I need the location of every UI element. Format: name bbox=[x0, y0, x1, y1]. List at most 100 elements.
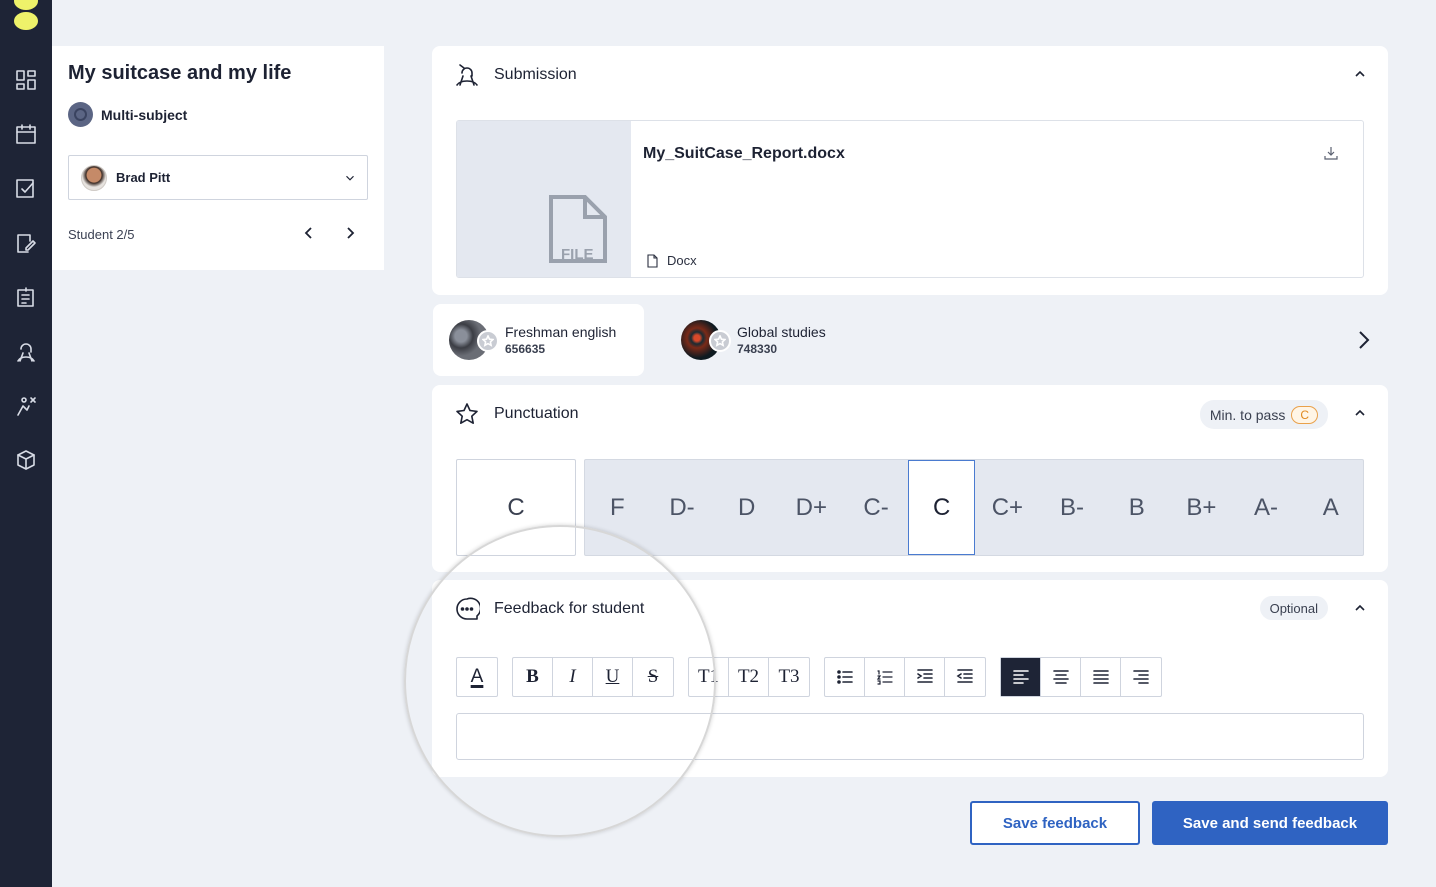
calendar-icon[interactable] bbox=[14, 122, 38, 146]
align-right-button[interactable] bbox=[1121, 658, 1161, 696]
file-thumbnail: FILE bbox=[457, 121, 631, 277]
strikethrough-button[interactable]: S bbox=[633, 658, 673, 696]
assessment-icon[interactable] bbox=[14, 340, 38, 364]
save-and-send-feedback-button[interactable]: Save and send feedback bbox=[1152, 801, 1388, 845]
heading-group: T1 T2 T3 bbox=[688, 657, 810, 697]
feedback-header: Feedback for student bbox=[454, 596, 644, 622]
skills-icon[interactable] bbox=[14, 394, 38, 418]
bold-button[interactable]: B bbox=[513, 658, 553, 696]
submission-title: Submission bbox=[494, 66, 577, 83]
subject-avatar bbox=[681, 320, 731, 360]
subject-label: Multi-subject bbox=[101, 106, 188, 123]
grade-option[interactable]: F bbox=[585, 460, 650, 555]
feedback-card: Feedback for student Optional A B I U S … bbox=[432, 580, 1388, 777]
min-grade: C bbox=[1291, 405, 1318, 424]
star-icon[interactable] bbox=[477, 330, 499, 352]
submission-card: Submission FILE My_SuitCase_Report.docx … bbox=[432, 46, 1388, 295]
align-left-button[interactable] bbox=[1001, 658, 1041, 696]
text-format-group: B I U S bbox=[512, 657, 674, 697]
file-thumb-label: FILE bbox=[561, 246, 594, 263]
chevron-right-icon[interactable] bbox=[1354, 328, 1374, 352]
subject-chip-global-studies[interactable]: Global studies 748330 bbox=[665, 304, 905, 376]
outdent-button[interactable] bbox=[945, 658, 985, 696]
align-justify-icon bbox=[1092, 670, 1109, 684]
indent-button[interactable] bbox=[905, 658, 945, 696]
nav-rail bbox=[0, 0, 52, 887]
align-center-icon bbox=[1052, 670, 1069, 684]
document-icon bbox=[647, 253, 658, 268]
numbered-list-button[interactable] bbox=[865, 658, 905, 696]
file-name: My_SuitCase_Report.docx bbox=[643, 145, 845, 162]
align-right-icon bbox=[1133, 670, 1149, 684]
min-to-pass-badge: Min. to pass C bbox=[1199, 400, 1328, 429]
punctuation-header: Punctuation bbox=[454, 401, 579, 427]
report-icon[interactable] bbox=[14, 285, 38, 309]
subject-avatar bbox=[449, 320, 499, 360]
assignment-title: My suitcase and my life bbox=[68, 62, 292, 84]
student-select[interactable]: Brad Pitt bbox=[68, 155, 368, 200]
file-icon: FILE bbox=[549, 195, 607, 263]
task-check-icon[interactable] bbox=[14, 176, 38, 200]
grade-scale: F D- D D+ C- C C+ B- B B+ A- A bbox=[584, 459, 1364, 556]
previous-student-button[interactable] bbox=[300, 224, 318, 242]
optional-badge: Optional bbox=[1259, 596, 1328, 620]
star-icon[interactable] bbox=[709, 330, 731, 352]
grade-option[interactable]: C+ bbox=[975, 460, 1040, 555]
outdent-icon bbox=[956, 669, 973, 683]
subject-icon bbox=[68, 102, 93, 127]
logo bbox=[14, 0, 38, 32]
dashboard-icon[interactable] bbox=[14, 68, 38, 92]
selected-grade-display: C bbox=[456, 459, 576, 556]
bullet-list-icon bbox=[836, 670, 853, 684]
grade-option[interactable]: D+ bbox=[779, 460, 844, 555]
grade-option[interactable]: D bbox=[714, 460, 779, 555]
feedback-text-editor[interactable] bbox=[456, 713, 1364, 760]
save-feedback-button[interactable]: Save feedback bbox=[970, 801, 1140, 845]
underline-button[interactable]: U bbox=[593, 658, 633, 696]
student-name: Brad Pitt bbox=[116, 170, 171, 185]
subject-tag: Multi-subject bbox=[68, 102, 187, 127]
align-left-icon bbox=[1012, 670, 1029, 684]
punctuation-card: Punctuation Min. to pass C C F D- D D+ C… bbox=[432, 385, 1388, 572]
text-color-button[interactable]: A bbox=[457, 658, 497, 696]
next-student-button[interactable] bbox=[341, 224, 359, 242]
subject-chip-freshman-english[interactable]: Freshman english 656635 bbox=[433, 304, 644, 376]
align-justify-button[interactable] bbox=[1081, 658, 1121, 696]
bullet-list-button[interactable] bbox=[825, 658, 865, 696]
package-icon[interactable] bbox=[14, 448, 38, 472]
edit-document-icon[interactable] bbox=[14, 231, 38, 255]
grade-option[interactable]: A bbox=[1298, 460, 1363, 555]
heading-2-button[interactable]: T2 bbox=[729, 658, 769, 696]
subject-code: 656635 bbox=[505, 342, 546, 356]
student-avatar bbox=[81, 164, 107, 191]
grade-option[interactable]: D- bbox=[650, 460, 715, 555]
heading-1-button[interactable]: T1 bbox=[689, 658, 729, 696]
student-counter: Student 2/5 bbox=[68, 227, 135, 242]
grade-option[interactable]: B+ bbox=[1169, 460, 1234, 555]
download-icon[interactable] bbox=[1323, 145, 1339, 161]
chevron-down-icon bbox=[346, 175, 354, 181]
grade-option[interactable]: B- bbox=[1040, 460, 1105, 555]
collapse-feedback-button[interactable] bbox=[1352, 600, 1368, 616]
italic-button[interactable]: I bbox=[553, 658, 593, 696]
feedback-title: Feedback for student bbox=[494, 600, 645, 617]
submission-header: Submission bbox=[454, 62, 577, 88]
text-color-group: A bbox=[456, 657, 498, 697]
grade-option-selected[interactable]: C bbox=[908, 460, 976, 555]
file-type: Docx bbox=[645, 253, 697, 268]
collapse-punctuation-button[interactable] bbox=[1352, 405, 1368, 421]
align-center-button[interactable] bbox=[1041, 658, 1081, 696]
grade-option[interactable]: B bbox=[1104, 460, 1169, 555]
subject-name: Global studies bbox=[737, 324, 826, 340]
grade-option[interactable]: C- bbox=[844, 460, 909, 555]
file-attachment[interactable]: FILE My_SuitCase_Report.docx Docx bbox=[456, 120, 1364, 278]
file-type-label: Docx bbox=[667, 253, 697, 268]
submission-icon bbox=[456, 64, 478, 86]
chat-bubble-icon bbox=[456, 597, 480, 620]
collapse-submission-button[interactable] bbox=[1352, 66, 1368, 82]
grade-option[interactable]: A- bbox=[1234, 460, 1299, 555]
star-icon bbox=[456, 403, 478, 424]
min-to-pass-label: Min. to pass bbox=[1209, 406, 1286, 423]
heading-3-button[interactable]: T3 bbox=[769, 658, 809, 696]
subject-name: Freshman english bbox=[505, 324, 617, 340]
